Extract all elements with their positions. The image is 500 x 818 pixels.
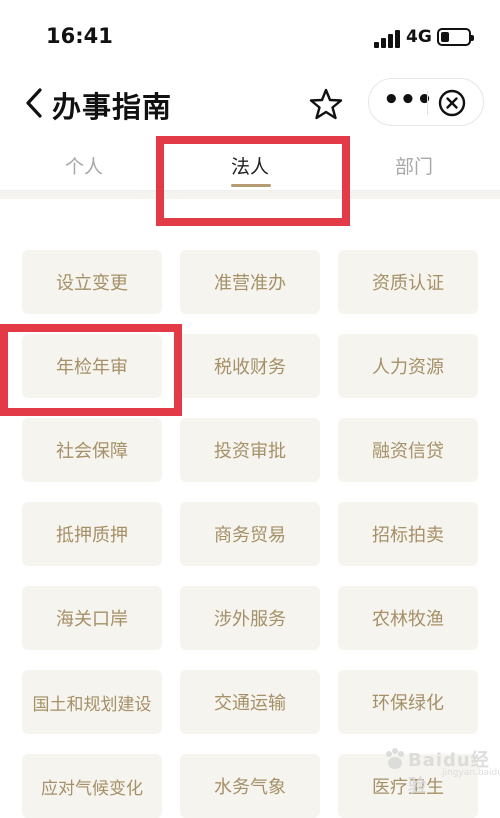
category-item[interactable]: 应对气候变化 (22, 754, 162, 818)
category-item[interactable]: 融资信贷 (338, 418, 478, 482)
category-item[interactable]: 涉外服务 (180, 586, 320, 650)
category-item[interactable]: 水务气象 (180, 754, 320, 818)
category-item[interactable]: 农林牧渔 (338, 586, 478, 650)
network-type: 4G (406, 27, 432, 47)
page-title: 办事指南 (52, 90, 173, 124)
paw-icon (386, 748, 404, 769)
category-item[interactable]: 环保绿化 (338, 670, 478, 734)
category-item[interactable]: 交通运输 (180, 670, 320, 734)
category-item[interactable]: 设立变更 (22, 250, 162, 314)
status-time: 16:41 (46, 24, 113, 48)
category-item[interactable]: 人力资源 (338, 334, 478, 398)
close-button[interactable] (437, 88, 467, 118)
tab-legal-person[interactable]: 法人 (231, 152, 269, 179)
active-tab-indicator (231, 184, 271, 187)
status-bar: 16:41 4G (0, 0, 500, 70)
close-circle-icon (438, 89, 466, 117)
category-item[interactable]: 资质认证 (338, 250, 478, 314)
tab-bar: 个人 法人 部门 (0, 140, 500, 191)
more-dots-icon: ••• (383, 85, 433, 115)
back-button[interactable] (20, 86, 50, 120)
signal-icon (374, 30, 402, 48)
watermark-url: jingyan.baidu.com (442, 768, 500, 778)
more-button[interactable]: ••• (383, 85, 433, 119)
category-item[interactable]: 海关口岸 (22, 586, 162, 650)
category-item[interactable]: 社会保障 (22, 418, 162, 482)
category-item[interactable]: 国土和规划建设 (22, 670, 162, 734)
category-item[interactable]: 投资审批 (180, 418, 320, 482)
battery-icon (437, 28, 474, 46)
category-item[interactable]: 招标拍卖 (338, 502, 478, 566)
mini-program-capsule: ••• (368, 78, 484, 126)
section-divider (0, 191, 500, 199)
category-item[interactable]: 税收财务 (180, 334, 320, 398)
tab-personal[interactable]: 个人 (65, 152, 103, 179)
nav-bar: 办事指南 ••• (0, 72, 500, 134)
category-item[interactable]: 准营准办 (180, 250, 320, 314)
star-icon (309, 88, 343, 120)
capsule-divider (427, 91, 428, 115)
category-item[interactable]: 商务贸易 (180, 502, 320, 566)
tab-department[interactable]: 部门 (395, 152, 433, 179)
category-item[interactable]: 年检年审 (22, 334, 162, 398)
category-item[interactable]: 抵押质押 (22, 502, 162, 566)
chevron-left-icon (26, 88, 42, 118)
favorite-button[interactable] (308, 86, 344, 122)
baidu-jingyan-watermark: Baidu经验 jingyan.baidu.com (382, 740, 500, 797)
